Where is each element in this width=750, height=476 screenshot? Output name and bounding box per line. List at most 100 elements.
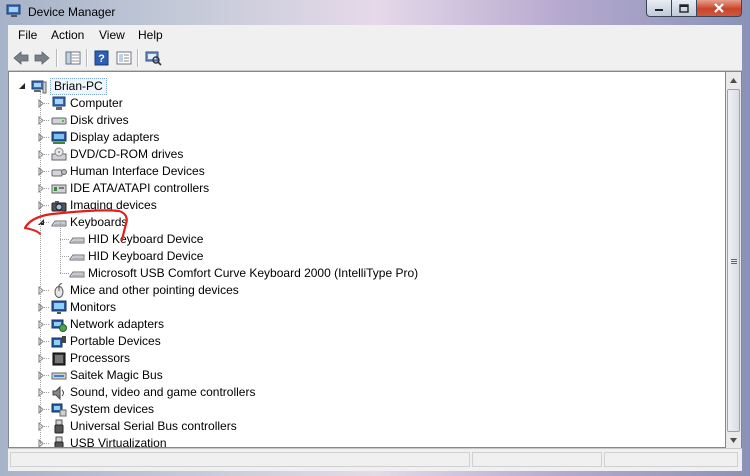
close-button[interactable]	[697, 0, 742, 17]
menu-action[interactable]: Action	[51, 28, 84, 42]
close-icon	[714, 3, 724, 13]
tree-item-label: Human Interface Devices	[70, 164, 205, 178]
minimize-icon	[655, 9, 663, 11]
ide-controller-icon	[51, 184, 67, 194]
tree-connector	[60, 273, 69, 274]
tree-item-label: Processors	[70, 351, 131, 365]
tree-item-mice-and-other-pointing-devices[interactable]: Mice and other pointing devices	[9, 282, 709, 299]
forward-arrow-icon[interactable]	[33, 50, 51, 66]
dvd-drive-icon	[51, 147, 67, 161]
tree-child-item[interactable]: HID Keyboard Device	[9, 248, 709, 265]
toolbar-separator	[86, 49, 88, 67]
tree-item-processors[interactable]: Processors	[9, 350, 709, 367]
tree-connector	[40, 443, 49, 444]
tree-item-sound-video-and-game-controllers[interactable]: Sound, video and game controllers	[9, 384, 709, 401]
collapse-arrow-icon[interactable]	[18, 82, 27, 91]
device-tree[interactable]: Brian-PC Computer Disk drives Display adapt…	[8, 71, 726, 448]
status-panel	[604, 452, 738, 467]
keyboard-icon	[69, 271, 85, 278]
properties-icon[interactable]	[115, 50, 133, 66]
tree-item-label: Mice and other pointing devices	[70, 283, 239, 297]
tree-item-label: Monitors	[70, 300, 117, 314]
status-bar	[8, 448, 742, 471]
tree-item-label: Saitek Magic Bus	[70, 368, 163, 382]
tree-item-label: USB Virtualization	[70, 436, 167, 448]
menu-view[interactable]: View	[99, 28, 125, 42]
maximize-icon	[679, 3, 689, 13]
device-manager-window: Device Manager File Action View Help ? B…	[0, 0, 750, 476]
tree-item-label: Universal Serial Bus controllers	[70, 419, 237, 433]
title-bar[interactable]: Device Manager	[0, 0, 750, 24]
monitor-icon	[51, 300, 67, 314]
scan-hardware-changes-icon[interactable]	[144, 50, 162, 66]
system-device-icon	[51, 403, 67, 417]
red-annotation-mark	[23, 209, 128, 242]
computer-icon	[52, 96, 66, 110]
tree-item-usb-virtualization[interactable]: USB Virtualization	[9, 435, 709, 448]
tree-item-disk-drives[interactable]: Disk drives	[9, 112, 709, 129]
disk-drive-icon	[51, 117, 67, 125]
tree-item-label: Disk drives	[70, 113, 129, 127]
svg-text:?: ?	[98, 53, 105, 65]
tree-item-label: Microsoft USB Comfort Curve Keyboard 200…	[88, 266, 419, 280]
show-hide-console-tree-icon[interactable]	[64, 50, 82, 66]
tree-connector	[40, 171, 49, 172]
tree-item-monitors[interactable]: Monitors	[9, 299, 709, 316]
tree-item-label: HID Keyboard Device	[88, 249, 204, 263]
tree-item-dvd-cd-rom-drives[interactable]: DVD/CD-ROM drives	[9, 146, 709, 163]
tree-connector	[40, 290, 49, 291]
tree-connector	[40, 409, 49, 410]
tree-item-system-devices[interactable]: System devices	[9, 401, 709, 418]
tree-item-universal-serial-bus-controllers[interactable]: Universal Serial Bus controllers	[9, 418, 709, 435]
bus-icon	[51, 372, 67, 380]
window-title: Device Manager	[28, 5, 116, 19]
scroll-up-button[interactable]	[726, 72, 741, 88]
tree-connector	[40, 103, 49, 104]
tree-child-item[interactable]: Microsoft USB Comfort Curve Keyboard 200…	[9, 265, 709, 282]
tree-item-network-adapters[interactable]: Network adapters	[9, 316, 709, 333]
tree-connector	[40, 426, 49, 427]
tree-item-label: Display adapters	[70, 130, 160, 144]
usb-icon	[54, 419, 64, 434]
device-manager-app-icon	[6, 4, 21, 17]
scroll-up-arrow-icon	[730, 77, 737, 83]
scroll-grip	[731, 261, 737, 262]
help-icon[interactable]: ?	[93, 50, 111, 66]
tree-item-label: Sound, video and game controllers	[70, 385, 256, 399]
tree-item-portable-devices[interactable]: Portable Devices	[9, 333, 709, 350]
menu-help[interactable]: Help	[138, 28, 163, 42]
tree-connector	[40, 324, 49, 325]
usb-icon	[54, 436, 64, 447]
menu-file[interactable]: File	[18, 28, 37, 42]
tree-item-computer[interactable]: Computer	[9, 95, 709, 112]
menu-bar: File Action View Help	[8, 25, 742, 45]
tree-connector	[40, 392, 49, 393]
speaker-icon	[52, 385, 64, 400]
tree-item-display-adapters[interactable]: Display adapters	[9, 129, 709, 146]
tree-connector	[40, 375, 49, 376]
back-arrow-icon[interactable]	[12, 50, 30, 66]
toolbar: ?	[8, 45, 742, 71]
tree-item-label: Network adapters	[70, 317, 165, 331]
network-adapter-icon	[51, 319, 67, 332]
scroll-thumb[interactable]	[727, 89, 740, 432]
tree-root-brian-pc[interactable]: Brian-PC	[9, 78, 309, 95]
tree-item-saitek-magic-bus[interactable]: Saitek Magic Bus	[9, 367, 709, 384]
tree-connector	[40, 137, 49, 138]
tree-item-human-interface-devices[interactable]: Human Interface Devices	[9, 163, 709, 180]
tree-item-label: DVD/CD-ROM drives	[70, 147, 184, 161]
display-adapter-icon	[51, 131, 67, 144]
tree-item-label: System devices	[70, 402, 155, 416]
vertical-scrollbar[interactable]	[726, 71, 742, 448]
toolbar-separator	[137, 49, 139, 67]
scroll-down-button[interactable]	[726, 432, 741, 448]
scroll-grip	[731, 263, 737, 264]
tree-item-label: IDE ATA/ATAPI controllers	[70, 181, 210, 195]
tree-item-label: Computer	[70, 96, 123, 110]
tree-connector	[40, 120, 49, 121]
processor-icon	[52, 352, 66, 366]
tree-item-ide-ata-atapi-controllers[interactable]: IDE ATA/ATAPI controllers	[9, 180, 709, 197]
maximize-button[interactable]	[672, 0, 697, 17]
tree-connector	[40, 188, 49, 189]
minimize-button[interactable]	[646, 0, 672, 17]
